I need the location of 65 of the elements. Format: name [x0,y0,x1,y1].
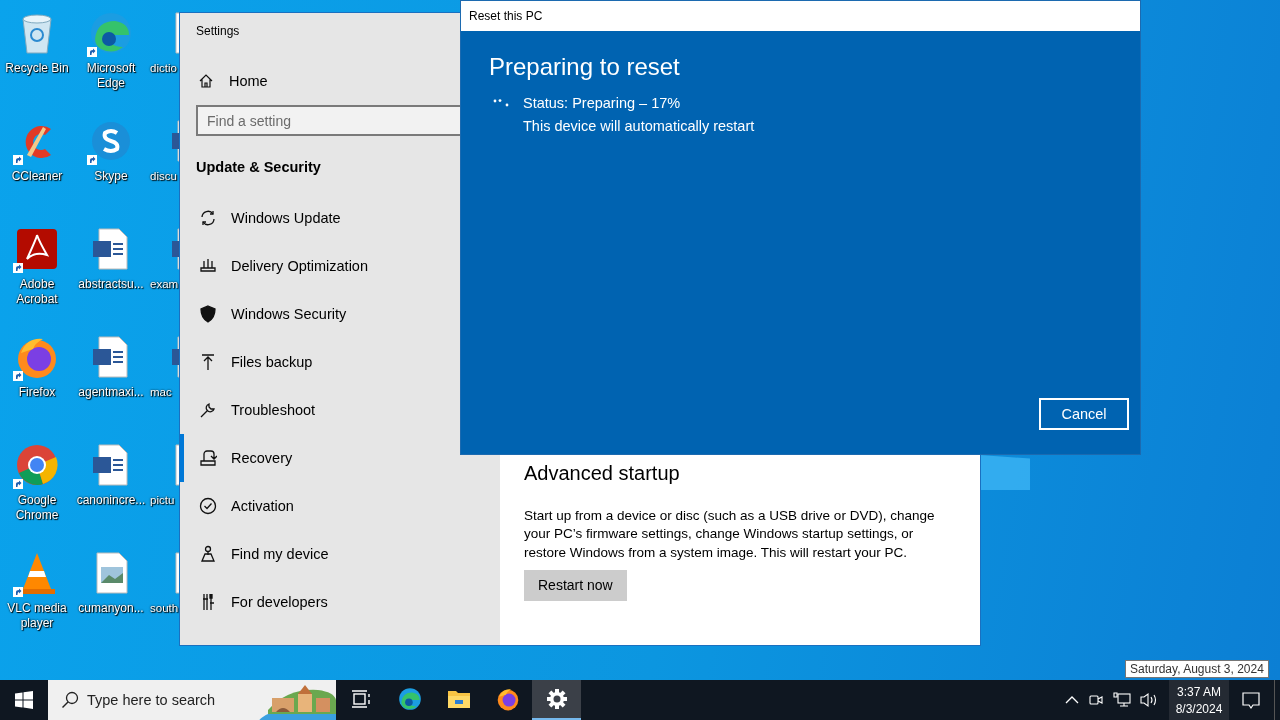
clock[interactable]: 3:37 AM 8/3/2024 [1169,680,1229,720]
home-link[interactable]: Home [229,73,268,89]
window-title: Settings [196,24,240,38]
nav-icon [199,305,217,323]
folder-icon [446,688,471,710]
nav-icon [199,209,217,227]
icon-label[interactable]: south [150,601,179,616]
icon-label[interactable]: Skype [94,169,128,184]
nav-icon [199,545,217,563]
status-note: This device will automatically restart [523,118,755,134]
icon-label[interactable]: Recycle Bin [5,61,69,76]
icon-label[interactable]: canonincre... [76,493,146,508]
nav-item[interactable]: For developers [180,578,500,626]
status-text: Status: Preparing – 17% [523,95,681,111]
taskbar-app-button[interactable] [532,680,581,720]
dialog-title: Reset this PC [469,9,543,23]
nav-item[interactable]: Find my device [180,530,500,578]
nav-icon [199,497,217,515]
search-icon [61,691,79,709]
task-view-icon [349,688,372,710]
nav-item[interactable]: Activation [180,482,500,530]
windows-logo-icon [15,691,33,709]
volume-icon[interactable] [1140,692,1158,708]
icon-label[interactable]: pictu [150,493,175,508]
nav-item[interactable]: Delivery Optimization [180,242,500,290]
date-tooltip: Saturday, August 3, 2024 [1125,660,1269,678]
nav-icon [199,449,217,467]
browser-icon [396,686,423,712]
icon-label[interactable]: Firefox [18,385,56,400]
icon-label[interactable]: CCleaner [11,169,63,184]
icon-label[interactable]: abstractsu... [78,277,144,292]
icon-label[interactable]: agentmaxi... [78,385,144,400]
notification-icon[interactable] [1241,690,1261,710]
home-icon [198,73,214,89]
nav-item[interactable]: Windows Update [180,194,500,242]
nav-icon [199,257,217,275]
section-title: Advanced startup [524,461,680,485]
nav-icon [199,353,217,371]
description: Start up from a device or disc (such as a USB drive or DVD), change your PC’s firmware settings, change Windows startup settings, or restore Windows from a system image. This will restart your PC. [524,506,936,562]
restart-button[interactable]: Restart now [524,570,627,601]
icon-label[interactable]: cumanyon... [78,601,144,616]
icon-label[interactable]: exam [150,277,179,292]
icon-label[interactable]: mac [150,385,172,400]
camera-icon[interactable] [1088,692,1104,708]
dialog-heading: Preparing to reset [489,53,680,81]
nav-icon [199,401,217,419]
taskbar-search-field[interactable]: Type here to search [48,680,336,720]
nav-item[interactable]: Files backup [180,338,500,386]
icon-label[interactable]: dictio [150,61,177,76]
search-input[interactable]: Type here to search [87,692,247,708]
icon-label[interactable]: VLC media player [1,601,73,631]
network-icon[interactable] [1113,692,1131,708]
nav-item[interactable]: Troubleshoot [180,386,500,434]
cancel-button[interactable]: Cancel [1039,398,1129,430]
icon-label[interactable]: Google Chrome [1,493,73,523]
gear-icon [545,688,568,710]
nav-item[interactable]: Windows Security [180,290,500,338]
icon-label[interactable]: Adobe Acrobat [1,277,73,307]
wallpaper-shape [980,455,1030,490]
section-heading: Update & Security [196,159,321,175]
icon-label[interactable]: Microsoft Edge [75,61,147,91]
icon-label[interactable]: discu [150,169,177,184]
chevron-up-icon[interactable] [1065,695,1079,705]
search-input[interactable]: Find a setting [207,112,494,129]
spinner-icon [493,99,509,107]
